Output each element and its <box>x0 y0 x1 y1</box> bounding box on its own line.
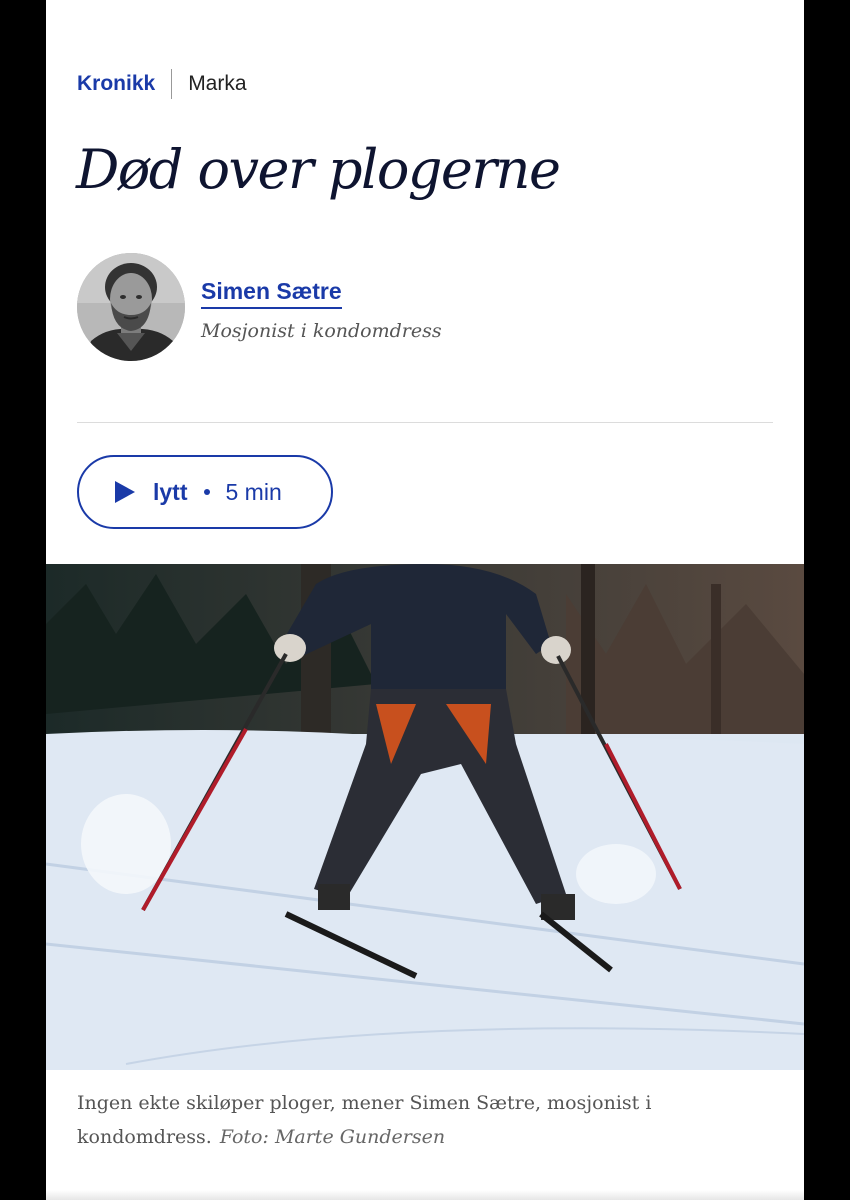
listen-label: lytt <box>153 478 188 505</box>
author-role: Mosjonist i kondomdress <box>201 320 442 342</box>
author-portrait-icon <box>77 253 185 361</box>
play-icon <box>115 481 135 503</box>
image-caption: Ingen ekte skiløper ploger, mener Simen … <box>77 1086 767 1154</box>
article-page: Kronikk Marka Død over plogerne Simen Sæ… <box>46 0 804 1200</box>
listen-duration: 5 min <box>225 478 282 505</box>
skier-photo-icon <box>46 564 804 1070</box>
breadcrumb-divider <box>171 69 173 99</box>
breadcrumb: Kronikk Marka <box>77 68 247 100</box>
bottom-edge <box>46 1190 804 1200</box>
tag-link[interactable]: Marka <box>188 72 246 96</box>
author-avatar[interactable] <box>77 253 185 361</box>
article-title: Død over plogerne <box>76 138 561 201</box>
article-image[interactable] <box>46 564 804 1070</box>
divider <box>77 422 773 423</box>
separator-dot <box>203 489 210 495</box>
author-name-link[interactable]: Simen Sætre <box>201 278 342 309</box>
listen-button[interactable]: lytt 5 min <box>77 455 333 529</box>
photo-credit: Foto: Marte Gundersen <box>219 1126 446 1148</box>
section-link[interactable]: Kronikk <box>77 72 155 96</box>
